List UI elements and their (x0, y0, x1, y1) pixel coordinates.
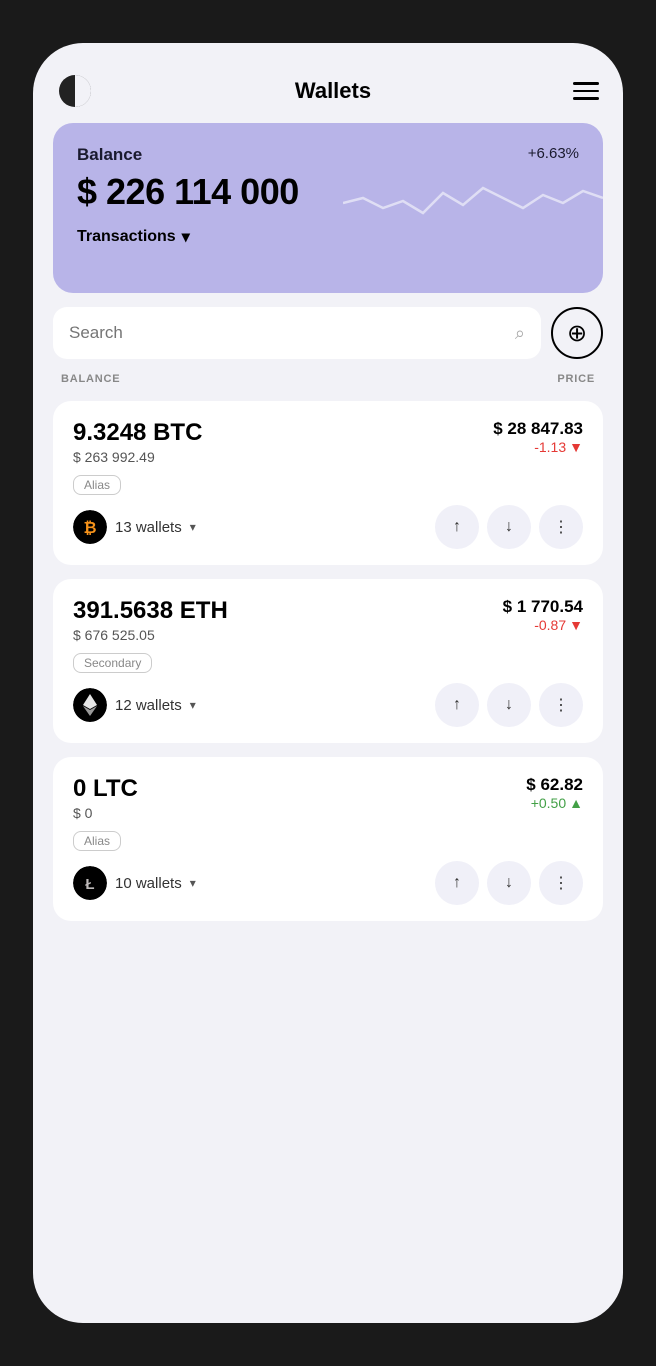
ltc-actions: ↑ ↓ ⋮ (435, 861, 583, 905)
transactions-button[interactable]: Transactions ▾ (77, 227, 190, 247)
btc-receive-button[interactable]: ↓ (487, 505, 531, 549)
ltc-more-button[interactable]: ⋮ (539, 861, 583, 905)
menu-line-3 (573, 97, 599, 100)
btc-wallets-count: 13 wallets (115, 519, 182, 536)
eth-logo (73, 688, 107, 722)
eth-alias-tag: Secondary (73, 653, 152, 673)
svg-text:₿: ₿ (83, 519, 96, 537)
btc-actions: ↑ ↓ ⋮ (435, 505, 583, 549)
btc-more-button[interactable]: ⋮ (539, 505, 583, 549)
eth-send-button[interactable]: ↑ (435, 683, 479, 727)
btc-price: $ 28 847.83 (493, 419, 583, 439)
eth-wallets-count: 12 wallets (115, 697, 182, 714)
upload-icon: ↑ (453, 874, 461, 892)
menu-line-2 (573, 90, 599, 93)
ltc-card: 0 LTC $ 0 $ 62.82 +0.50 ▲ Alias Ł (53, 757, 603, 921)
balance-column-header: BALANCE (61, 373, 120, 385)
eth-more-button[interactable]: ⋮ (539, 683, 583, 727)
ltc-send-button[interactable]: ↑ (435, 861, 479, 905)
search-input-wrapper: ⌕ (53, 307, 541, 359)
chevron-down-icon: ▾ (182, 227, 190, 247)
table-header: BALANCE PRICE (53, 373, 603, 385)
btc-wallets[interactable]: ₿ 13 wallets ▾ (73, 510, 196, 544)
upload-icon: ↑ (453, 518, 461, 536)
add-wallet-button[interactable]: ⊕ (551, 307, 603, 359)
btc-card: 9.3248 BTC $ 263 992.49 $ 28 847.83 -1.1… (53, 401, 603, 565)
up-triangle-icon: ▲ (569, 795, 583, 811)
eth-price-block: $ 1 770.54 -0.87 ▼ (503, 597, 583, 633)
eth-amount: 391.5638 ETH (73, 597, 228, 625)
price-column-header: PRICE (557, 373, 595, 385)
download-icon: ↓ (505, 696, 513, 714)
plus-icon: ⊕ (567, 319, 587, 348)
ltc-usd: $ 0 (73, 805, 138, 821)
balance-card: Balance +6.63% $ 226 114 000 Transaction… (53, 123, 603, 293)
ltc-left: 0 LTC $ 0 (73, 775, 138, 821)
more-dots-icon: ⋮ (553, 517, 569, 537)
down-triangle-icon: ▼ (569, 439, 583, 455)
ltc-receive-button[interactable]: ↓ (487, 861, 531, 905)
ltc-logo: Ł (73, 866, 107, 900)
ltc-wallets-count: 10 wallets (115, 875, 182, 892)
btc-change: -1.13 ▼ (493, 439, 583, 455)
menu-line-1 (573, 82, 599, 85)
btc-price-block: $ 28 847.83 -1.13 ▼ (493, 419, 583, 455)
btc-alias-tag: Alias (73, 475, 121, 495)
down-triangle-icon: ▼ (569, 617, 583, 633)
header: Wallets (53, 63, 603, 109)
eth-left: 391.5638 ETH $ 676 525.05 (73, 597, 228, 643)
more-dots-icon: ⋮ (553, 873, 569, 893)
page-title: Wallets (295, 78, 371, 104)
btc-logo: ₿ (73, 510, 107, 544)
sparkline-chart (343, 153, 603, 253)
eth-change: -0.87 ▼ (503, 617, 583, 633)
transactions-label: Transactions (77, 228, 176, 246)
ltc-amount: 0 LTC (73, 775, 138, 803)
btc-chevron-icon: ▾ (190, 520, 196, 534)
ltc-price: $ 62.82 (526, 775, 583, 795)
upload-icon: ↑ (453, 696, 461, 714)
ltc-price-block: $ 62.82 +0.50 ▲ (526, 775, 583, 811)
menu-icon[interactable] (573, 82, 599, 100)
btc-send-button[interactable]: ↑ (435, 505, 479, 549)
more-dots-icon: ⋮ (553, 695, 569, 715)
btc-usd: $ 263 992.49 (73, 449, 202, 465)
eth-chevron-icon: ▾ (190, 698, 196, 712)
eth-price: $ 1 770.54 (503, 597, 583, 617)
search-icon: ⌕ (515, 323, 525, 344)
btc-amount: 9.3248 BTC (73, 419, 202, 447)
svg-text:Ł: Ł (85, 876, 94, 893)
eth-actions: ↑ ↓ ⋮ (435, 683, 583, 727)
download-icon: ↓ (505, 874, 513, 892)
ltc-wallets[interactable]: Ł 10 wallets ▾ (73, 866, 196, 900)
download-icon: ↓ (505, 518, 513, 536)
app-logo (57, 73, 93, 109)
balance-label: Balance (77, 145, 142, 165)
ltc-chevron-icon: ▾ (190, 876, 196, 890)
eth-card: 391.5638 ETH $ 676 525.05 $ 1 770.54 -0.… (53, 579, 603, 743)
search-input[interactable] (69, 323, 505, 343)
ltc-change: +0.50 ▲ (526, 795, 583, 811)
eth-receive-button[interactable]: ↓ (487, 683, 531, 727)
btc-left: 9.3248 BTC $ 263 992.49 (73, 419, 202, 465)
ltc-alias-tag: Alias (73, 831, 121, 851)
search-row: ⌕ ⊕ (53, 307, 603, 359)
eth-wallets[interactable]: 12 wallets ▾ (73, 688, 196, 722)
eth-usd: $ 676 525.05 (73, 627, 228, 643)
